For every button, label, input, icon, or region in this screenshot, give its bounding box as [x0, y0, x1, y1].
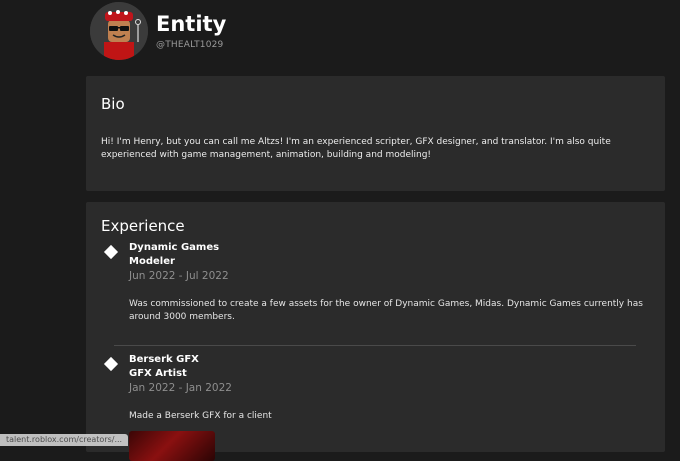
experience-title: Experience [101, 217, 185, 235]
avatar[interactable] [90, 2, 148, 60]
experience-company: Berserk GFX [129, 354, 199, 365]
display-name: Entity [156, 12, 227, 36]
diamond-icon [103, 244, 119, 260]
experience-role: Modeler [129, 256, 175, 267]
profile-header: Entity @THEALT1029 [88, 0, 668, 70]
bio-card: Bio Hi! I'm Henry, but you can call me A… [86, 76, 665, 191]
divider [114, 345, 636, 346]
experience-role: GFX Artist [129, 368, 187, 379]
experience-dates: Jan 2022 - Jan 2022 [129, 382, 232, 394]
avatar-image [90, 2, 148, 60]
bio-text: Hi! I'm Henry, but you can call me Altzs… [101, 137, 611, 160]
experience-dates: Jun 2022 - Jul 2022 [129, 270, 229, 282]
experience-card: Experience Dynamic Games Modeler Jun 202… [86, 202, 665, 461]
gfx-thumbnail[interactable] [129, 431, 215, 461]
diamond-icon [103, 356, 119, 372]
experience-company: Dynamic Games [129, 242, 220, 253]
status-bar-url: talent.roblox.com/creators/... [0, 434, 129, 446]
username: @THEALT1029 [156, 40, 224, 50]
bio-title: Bio [101, 95, 125, 113]
experience-description: Was commissioned to create a few assets … [129, 299, 643, 322]
experience-description: Made a Berserk GFX for a client [129, 411, 272, 421]
